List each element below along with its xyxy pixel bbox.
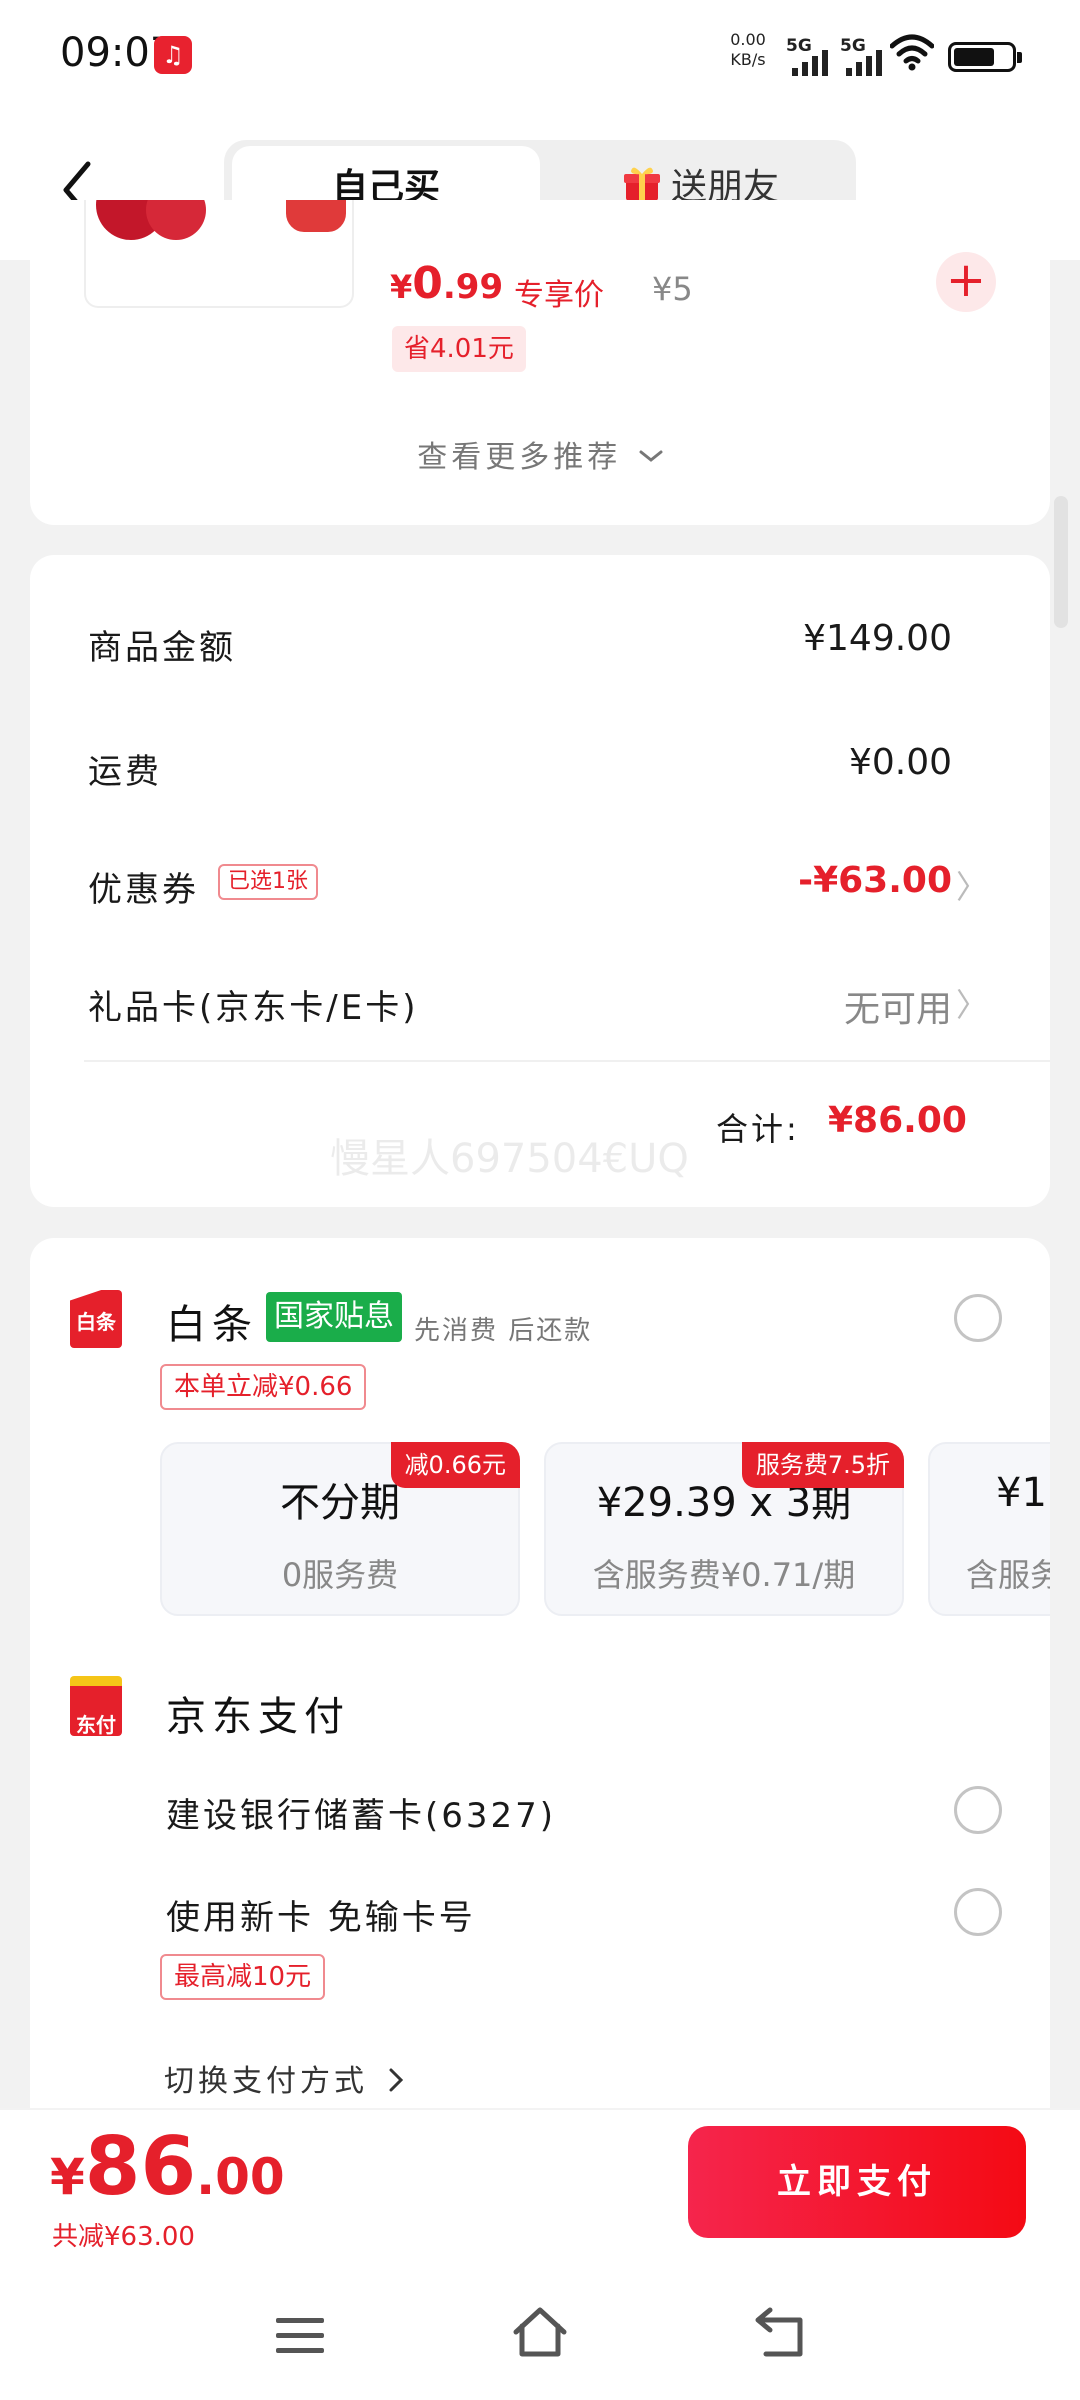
new-card-promo-tag: 最高减10元 [160,1954,326,2000]
total-value: ¥86.00 [828,1100,967,1141]
see-more-recommendations[interactable]: 查看更多推荐 [0,432,1080,476]
new-card-radio[interactable] [954,1888,1002,1936]
plan-discount-badge: 减0.66元 [390,1442,520,1488]
net-speed-value: 0.00 [730,30,766,49]
baitiao-radio[interactable] [954,1294,1002,1342]
gift-card-label[interactable]: 礼品卡(京东卡/E卡) [88,980,418,1029]
wifi-icon [890,34,934,71]
plan-option[interactable]: 不分期 0服务费 减0.66元 [160,1442,520,1616]
gift-icon [623,167,660,201]
shipping-label: 运费 [88,752,162,792]
amount-integer: 86 [84,2120,197,2213]
see-more-label: 查看更多推荐 [417,440,622,475]
goods-amount-label: 商品金额 [88,628,236,668]
divider [84,1060,1050,1062]
shipping-value: ¥0.00 [848,742,952,783]
plan-discount-badge: 服务费7.5折 [741,1442,904,1488]
chevron-right-icon[interactable]: 〉 [956,862,988,908]
payable-amount: ¥86.00 [50,2120,285,2213]
coupon-label[interactable]: 优惠券 [88,862,199,911]
net-speed-unit: KB/s [730,50,766,69]
plan-fee: 0服务费 [281,1556,399,1594]
switch-payment-label: 切换支付方式 [164,2064,368,2099]
jdpay-logo-icon: 东付 [70,1676,122,1737]
gift-card-value[interactable]: 无可用 [844,980,952,1032]
jdpay-title: 京东支付 [166,1694,350,1740]
chevron-right-icon[interactable]: 〉 [956,980,988,1026]
music-app-icon: ♫ [154,36,192,74]
user-watermark: 慢星人697504€UQ [330,1136,689,1182]
switch-payment-method[interactable]: 切换支付方式 [164,2056,404,2100]
plan-fee: 含服务费¥0.71/期 [592,1556,856,1594]
chevron-right-icon [389,2068,403,2092]
signal-label: 5G [840,36,866,56]
goods-amount-value: ¥149.00 [803,618,952,659]
new-card-option[interactable]: 使用新卡 免输卡号 [166,1890,476,1939]
menu-icon[interactable] [276,2316,324,2356]
amount-currency: ¥ [50,2148,85,2206]
price-currency: ¥ [390,268,413,306]
bank-card-radio[interactable] [954,1786,1002,1834]
battery-icon [948,42,1022,72]
gov-subsidy-badge: 国家贴息 [266,1292,402,1342]
back-icon[interactable] [752,2306,808,2360]
baitiao-promo-tag: 本单立减¥0.66 [160,1364,367,1410]
price-decimal: .99 [442,267,504,307]
saved-amount-tag: 省4.01元 [392,326,526,372]
network-speed: 0.00 KB/s [728,30,768,70]
exclusive-price-label: 专享价 [514,278,604,313]
pay-now-button[interactable]: 立即支付 [688,2126,1026,2238]
coupon-selected-tag: 已选1张 [218,864,318,900]
original-price: ¥5 [652,270,693,308]
recommend-price: ¥0.99 [390,258,503,309]
signal-icon: 5G [786,36,836,76]
total-saved: 共减¥63.00 [52,2222,195,2252]
plan-fee: 含服务 [966,1556,1050,1594]
total-label: 合计: [716,1110,800,1148]
price-integer: 0 [412,258,443,309]
product-image[interactable] [84,200,354,308]
add-to-order-button[interactable]: + [936,252,996,312]
plan-option[interactable]: ¥29.39 x 3期 含服务费¥0.71/期 服务费7.5折 [544,1442,904,1616]
baitiao-subtitle: 先消费 后还款 [414,1316,593,1346]
scrollbar-thumb[interactable] [1054,496,1068,628]
coupon-value[interactable]: -¥63.00 [798,860,952,901]
amount-decimal: .00 [196,2148,285,2206]
signal-label: 5G [786,36,812,56]
plan-title: ¥1 [996,1470,1047,1516]
plan-option[interactable]: ¥1 含服务 [928,1442,1050,1616]
baitiao-title[interactable]: 白条 [166,1292,258,1350]
baitiao-logo-icon: 白条 [70,1290,122,1348]
home-icon[interactable] [510,2304,570,2360]
installment-plans: 不分期 0服务费 减0.66元 ¥29.39 x 3期 含服务费¥0.71/期 … [160,1442,1050,1618]
bank-card-option[interactable]: 建设银行储蓄卡(6327) [166,1788,556,1837]
chevron-down-icon [639,450,663,462]
signal-icon: 5G [840,36,890,76]
